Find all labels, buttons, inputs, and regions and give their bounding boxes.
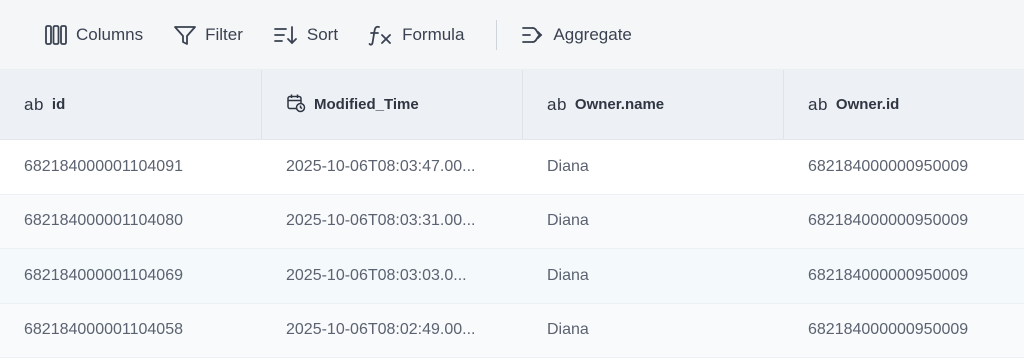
sort-icon: [273, 24, 299, 46]
cell-owner-id[interactable]: 682184000000950009: [784, 195, 1024, 249]
sort-label: Sort: [306, 24, 339, 44]
cell-owner-name[interactable]: Diana: [523, 195, 784, 249]
filter-button[interactable]: Filter: [165, 17, 251, 53]
aggregate-label: Aggregate: [553, 24, 632, 44]
cell-id[interactable]: 682184000001104069: [0, 249, 262, 303]
cell-id[interactable]: 682184000001104080: [0, 195, 262, 249]
column-header-id[interactable]: ab id: [0, 70, 262, 139]
columns-label: Columns: [76, 24, 144, 44]
cell-modified-time[interactable]: 2025-10-06T08:03:03.0...: [262, 249, 523, 303]
text-type-icon: ab: [24, 94, 44, 114]
filter-label: Filter: [205, 24, 243, 44]
cell-modified-time[interactable]: 2025-10-06T08:02:49.00...: [262, 304, 523, 358]
formula-icon: [368, 24, 394, 46]
formula-label: Formula: [402, 24, 465, 44]
column-header-label: Owner.name: [574, 96, 665, 113]
toolbar-divider: [496, 19, 498, 50]
column-header-label: Owner.id: [835, 96, 900, 113]
cell-owner-name[interactable]: Diana: [523, 140, 784, 194]
cell-owner-name[interactable]: Diana: [523, 304, 784, 358]
cell-modified-time[interactable]: 2025-10-06T08:03:31.00...: [262, 195, 523, 249]
toolbar: Columns Filter Sort Formula Aggregate: [0, 0, 1024, 70]
sort-button[interactable]: Sort: [265, 17, 346, 53]
table-row[interactable]: 682184000001104080 2025-10-06T08:03:31.0…: [0, 194, 1024, 249]
aggregate-button[interactable]: Aggregate: [513, 17, 639, 53]
cell-owner-name[interactable]: Diana: [523, 249, 784, 303]
filter-icon: [173, 24, 197, 46]
data-grid: ab id Modified_Time ab Owner.name ab Own…: [0, 70, 1024, 358]
formula-button[interactable]: Formula: [360, 17, 472, 53]
cell-modified-time[interactable]: 2025-10-06T08:03:47.00...: [262, 140, 523, 194]
column-header-modified-time[interactable]: Modified_Time: [262, 70, 523, 139]
column-header-owner-name[interactable]: ab Owner.name: [523, 70, 784, 139]
columns-icon: [44, 24, 68, 46]
cell-owner-id[interactable]: 682184000000950009: [784, 249, 1024, 303]
table-row[interactable]: 682184000001104091 2025-10-06T08:03:47.0…: [0, 140, 1024, 195]
cell-owner-id[interactable]: 682184000000950009: [784, 304, 1024, 358]
aggregate-icon: [521, 24, 545, 46]
columns-button[interactable]: Columns: [36, 17, 151, 53]
text-type-icon: ab: [808, 94, 828, 114]
column-header-label: id: [51, 96, 66, 113]
cell-id[interactable]: 682184000001104058: [0, 304, 262, 358]
text-type-icon: ab: [547, 94, 567, 114]
column-header-label: Modified_Time: [314, 96, 419, 113]
grid-header: ab id Modified_Time ab Owner.name ab Own…: [0, 70, 1024, 140]
cell-id[interactable]: 682184000001104091: [0, 140, 262, 194]
calendar-clock-icon: [286, 93, 306, 117]
cell-owner-id[interactable]: 682184000000950009: [784, 140, 1024, 194]
column-header-owner-id[interactable]: ab Owner.id: [784, 70, 1024, 139]
table-row[interactable]: 682184000001104069 2025-10-06T08:03:03.0…: [0, 249, 1024, 304]
table-row[interactable]: 682184000001104058 2025-10-06T08:02:49.0…: [0, 303, 1024, 358]
